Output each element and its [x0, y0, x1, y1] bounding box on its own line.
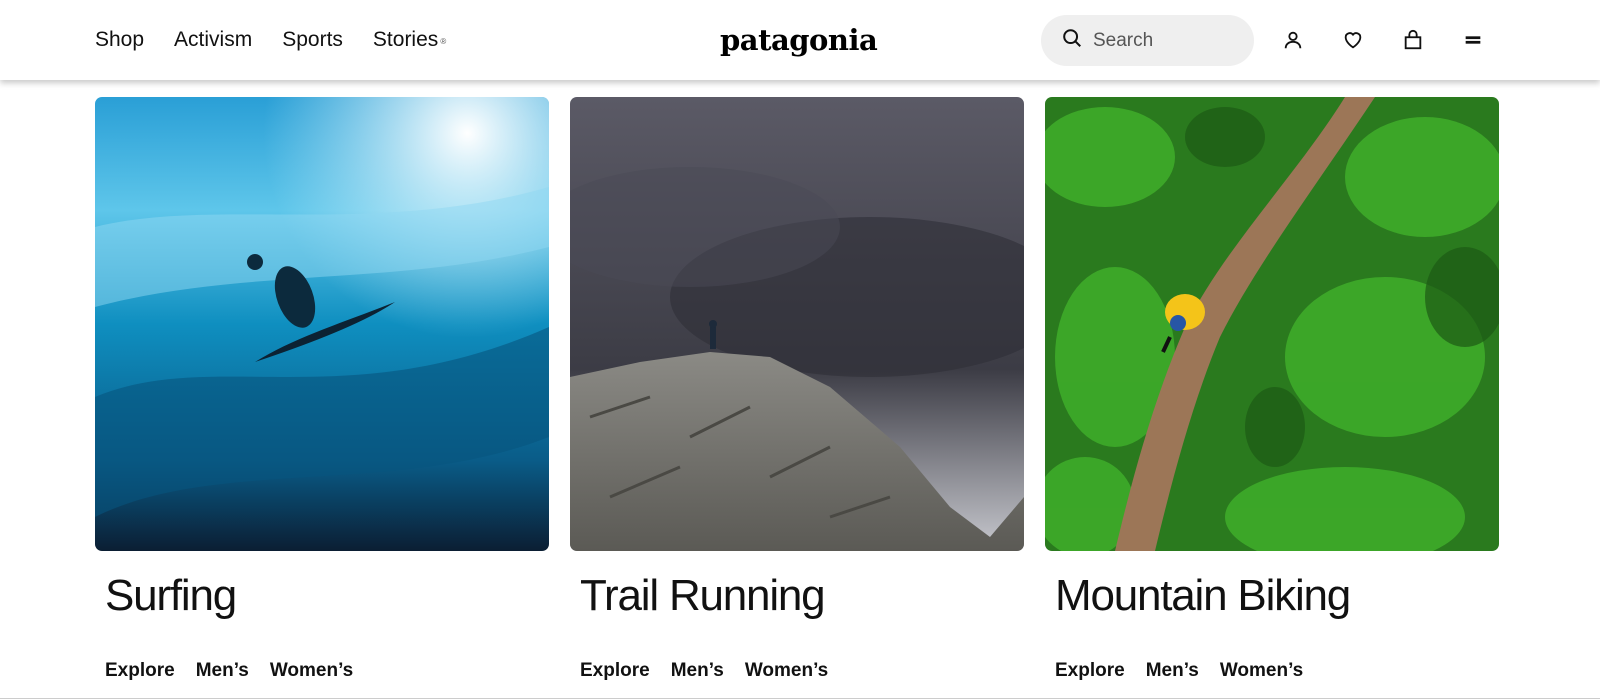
link-womens[interactable]: Women’s — [745, 660, 828, 682]
link-explore[interactable]: Explore — [1055, 660, 1125, 682]
nav-stories[interactable]: Stories ® — [372, 26, 446, 54]
menu-icon[interactable] — [1460, 26, 1486, 54]
site-header: Shop Activism Sports Stories ® patagonia — [0, 0, 1600, 80]
sports-cards: Surfing Explore Men’s Women’s Trail Runn… — [95, 97, 1499, 681]
card-surfing: Surfing Explore Men’s Women’s — [95, 97, 549, 681]
account-icon[interactable] — [1280, 26, 1306, 54]
card-links-trail-running: Explore Men’s Women’s — [580, 660, 828, 682]
bag-icon[interactable] — [1400, 26, 1426, 54]
card-trail-running: Trail Running Explore Men’s Women’s — [570, 97, 1024, 681]
search-input[interactable] — [1093, 29, 1243, 52]
search-box[interactable] — [1041, 15, 1254, 66]
card-title-surfing[interactable]: Surfing — [105, 570, 237, 622]
card-links-mountain-biking: Explore Men’s Women’s — [1055, 660, 1303, 682]
card-links-surfing: Explore Men’s Women’s — [105, 660, 353, 682]
mountain-biking-image[interactable] — [1045, 97, 1499, 551]
link-explore[interactable]: Explore — [580, 660, 650, 682]
heart-icon[interactable] — [1340, 26, 1366, 54]
registered-mark: ® — [440, 37, 447, 46]
card-title-mountain-biking[interactable]: Mountain Biking — [1055, 570, 1351, 622]
link-womens[interactable]: Women’s — [270, 660, 353, 682]
nav-sports[interactable]: Sports — [282, 26, 343, 54]
surfing-image[interactable] — [95, 97, 549, 551]
header-icons — [1280, 26, 1486, 54]
patagonia-logo[interactable]: patagonia — [720, 20, 880, 60]
nav-activism[interactable]: Activism — [174, 26, 252, 54]
card-mountain-biking: Mountain Biking Explore Men’s Women’s — [1045, 97, 1499, 681]
link-mens[interactable]: Men’s — [196, 660, 249, 682]
nav-stories-label: Stories — [372, 28, 439, 51]
link-mens[interactable]: Men’s — [1146, 660, 1199, 682]
link-explore[interactable]: Explore — [105, 660, 175, 682]
card-title-trail-running[interactable]: Trail Running — [580, 570, 826, 622]
main-nav: Shop Activism Sports Stories ® — [95, 26, 446, 54]
nav-shop[interactable]: Shop — [95, 26, 144, 54]
trail-running-image[interactable] — [570, 97, 1024, 551]
link-mens[interactable]: Men’s — [671, 660, 724, 682]
search-icon — [1061, 27, 1083, 54]
link-womens[interactable]: Women’s — [1220, 660, 1303, 682]
